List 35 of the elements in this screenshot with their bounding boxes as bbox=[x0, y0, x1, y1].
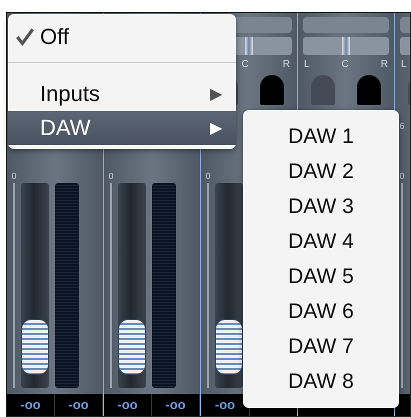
submenu-item[interactable]: DAW 1 bbox=[276, 119, 366, 154]
level-readout: -oo bbox=[55, 394, 103, 416]
submenu-item[interactable]: DAW 8 bbox=[276, 364, 366, 399]
submenu-item[interactable]: DAW 5 bbox=[276, 259, 366, 294]
pan-label: L bbox=[304, 59, 310, 71]
level-readout: -oo bbox=[152, 394, 200, 416]
pan-label: R bbox=[282, 59, 290, 71]
scale-label: 0 bbox=[10, 171, 18, 181]
fader-handle[interactable] bbox=[215, 319, 243, 375]
level-readout: -oo bbox=[7, 394, 55, 416]
menu-item[interactable]: DAW ▶ bbox=[8, 111, 236, 145]
level-readout: -oo bbox=[104, 394, 152, 416]
scale-label: 0 bbox=[204, 171, 212, 181]
scale-label: 6 bbox=[398, 121, 406, 131]
pan-thumb[interactable] bbox=[245, 37, 253, 55]
pan-slider[interactable] bbox=[303, 37, 389, 55]
submenu-item[interactable]: DAW 3 bbox=[276, 189, 366, 224]
checkmark-icon bbox=[14, 28, 36, 46]
pan-label: R bbox=[380, 59, 388, 71]
submenu-item[interactable]: DAW 6 bbox=[276, 294, 366, 329]
knob[interactable] bbox=[260, 75, 284, 105]
fader-handle[interactable] bbox=[21, 319, 49, 375]
submenu-item[interactable]: DAW 4 bbox=[276, 224, 366, 259]
menu-item[interactable]: Off bbox=[8, 20, 236, 54]
fader-handle[interactable] bbox=[118, 319, 146, 375]
scale-label: 0 bbox=[107, 171, 114, 181]
submenu-item[interactable]: DAW 7 bbox=[276, 329, 366, 364]
pan-label: C bbox=[242, 59, 249, 71]
pan-label: L bbox=[401, 59, 407, 71]
submenu-item[interactable]: DAW 2 bbox=[276, 154, 366, 189]
menu-item[interactable]: Inputs ▶ bbox=[8, 77, 236, 111]
knob[interactable] bbox=[357, 75, 381, 105]
pan-thumb[interactable] bbox=[342, 37, 350, 55]
pan-label: C bbox=[342, 59, 349, 71]
scale-label: 0 bbox=[398, 171, 406, 181]
